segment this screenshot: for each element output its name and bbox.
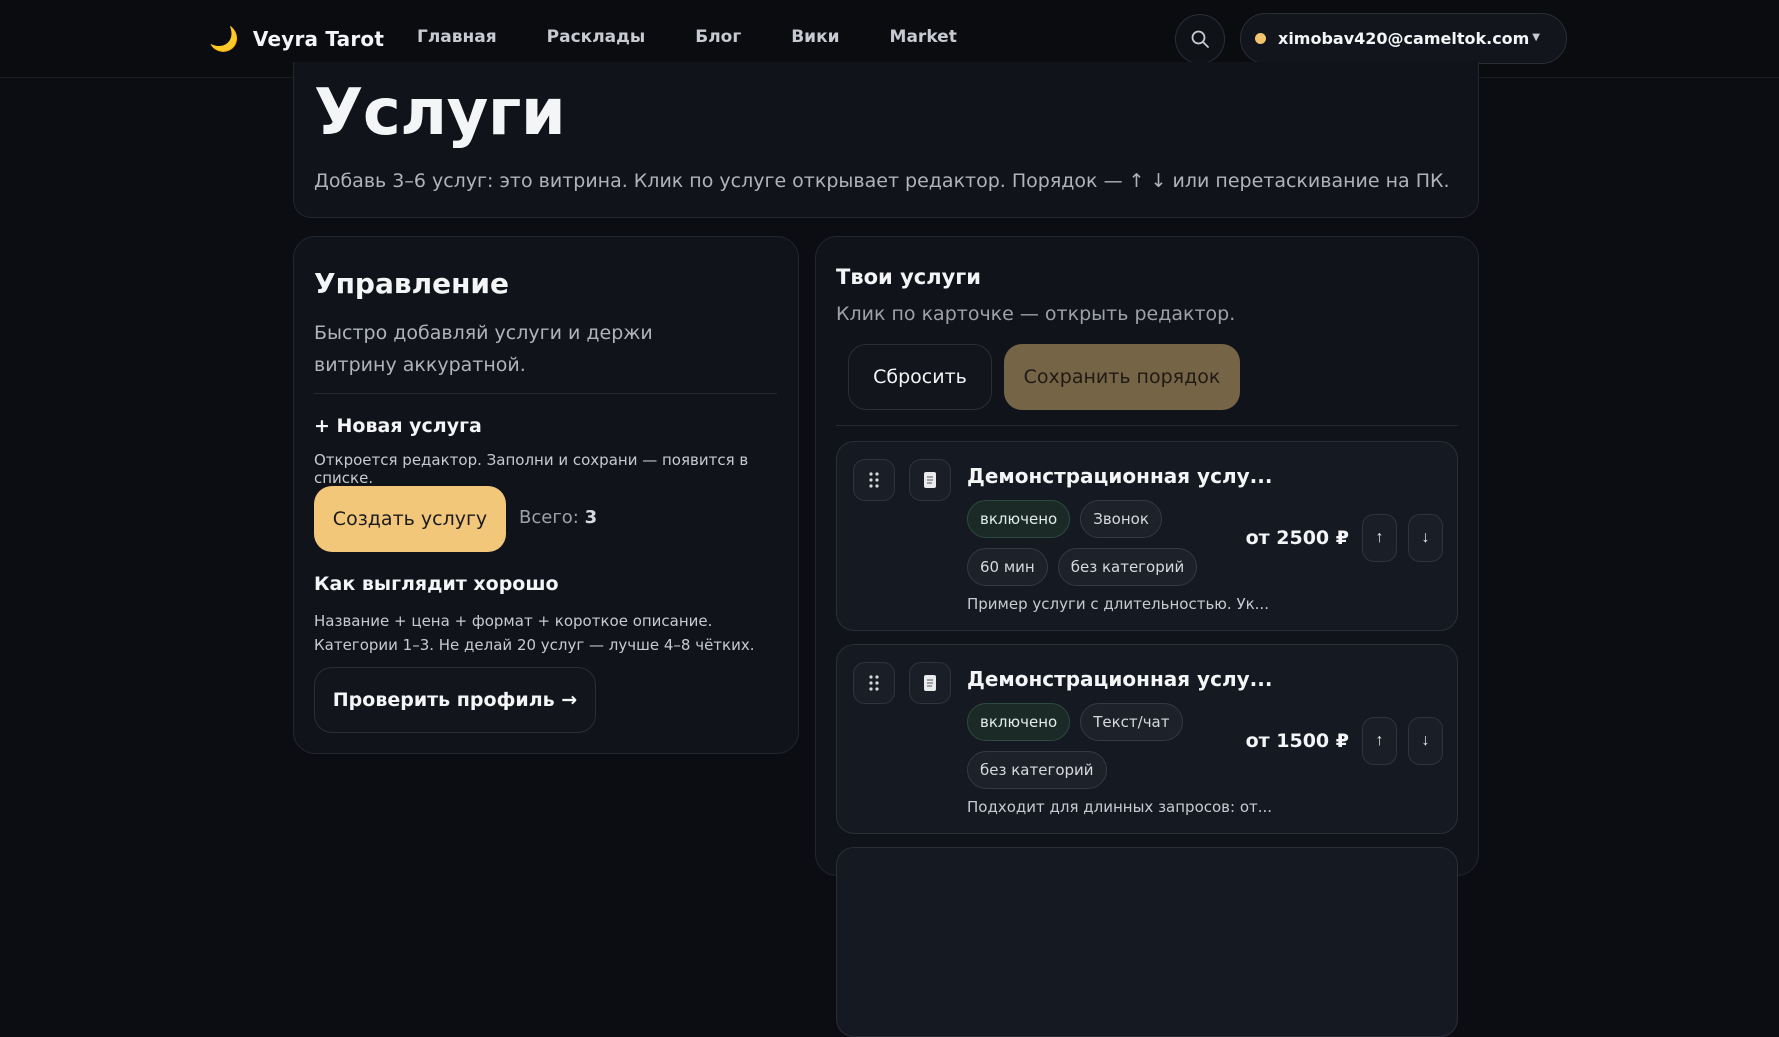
search-button[interactable] — [1175, 14, 1225, 64]
drag-handle[interactable] — [853, 459, 895, 501]
total-value: 3 — [584, 507, 598, 528]
manage-lead: Быстро добавляй услуги и держи витрину а… — [314, 322, 653, 376]
status-dot — [1255, 33, 1266, 44]
service-price: от 2500 ₽ — [1245, 527, 1349, 549]
check-profile-button[interactable]: Проверить профиль → — [314, 667, 596, 733]
service-chips: включено Текст/чат без категорий — [967, 703, 1237, 789]
nav-item-home[interactable]: Главная — [417, 27, 497, 47]
move-down-button[interactable]: ↓ — [1408, 717, 1443, 765]
moon-icon: 🌙 — [209, 25, 239, 53]
move-up-button[interactable]: ↑ — [1362, 514, 1397, 562]
drag-handle-icon — [869, 472, 879, 488]
service-card[interactable]: Демонстрационная услу... включено Текст/… — [836, 644, 1458, 834]
scroll-icon — [909, 459, 951, 501]
service-card[interactable] — [836, 847, 1458, 1037]
service-price: от 1500 ₽ — [1245, 730, 1349, 752]
nav-item-spreads[interactable]: Расклады — [547, 27, 646, 47]
format-badge: Звонок — [1080, 500, 1162, 538]
divider — [836, 425, 1458, 426]
manage-card: Управление Быстро добавляй услуги и держ… — [293, 236, 799, 754]
service-desc: Пример услуги с длительностью. Ук... — [967, 595, 1269, 613]
nav-item-wiki[interactable]: Вики — [791, 27, 839, 47]
drag-handle-icon — [869, 675, 879, 691]
services-title: Твои услуги — [836, 265, 981, 289]
service-card[interactable]: Демонстрационная услу... включено Звонок… — [836, 441, 1458, 631]
page-header-panel: Услуги Добавь 3–6 услуг: это витрина. Кл… — [293, 62, 1479, 218]
duration-badge: 60 мин — [967, 548, 1048, 586]
chevron-down-icon: ▼ — [1532, 32, 1540, 43]
manage-title: Управление — [314, 267, 510, 300]
page-subtitle: Добавь 3–6 услуг: это витрина. Клик по у… — [314, 170, 1450, 192]
good-example-desc: Название + цена + формат + короткое опис… — [314, 612, 755, 654]
brand-logo[interactable]: 🌙 Veyra Tarot — [209, 25, 384, 53]
brand-name: Veyra Tarot — [252, 27, 385, 51]
new-service-desc: Откроется редактор. Заполни и сохрани — … — [314, 451, 749, 487]
services-total: Всего: 3 — [519, 507, 597, 528]
move-up-button[interactable]: ↑ — [1362, 717, 1397, 765]
nav-item-blog[interactable]: Блог — [695, 27, 741, 47]
search-icon — [1191, 30, 1209, 48]
create-service-button[interactable]: Создать услугу — [314, 486, 506, 552]
service-name: Демонстрационная услу... — [967, 667, 1273, 691]
services-hint: Клик по карточке — открыть редактор. — [836, 303, 1236, 325]
move-down-button[interactable]: ↓ — [1408, 514, 1443, 562]
nav-item-market[interactable]: Market — [890, 27, 957, 47]
user-menu-button[interactable]: ximobav420@cameltok.com ▼ — [1240, 13, 1567, 64]
category-badge: без категорий — [1057, 548, 1198, 586]
service-desc: Подходит для длинных запросов: от... — [967, 798, 1273, 816]
category-badge: без категорий — [967, 751, 1107, 789]
drag-handle[interactable] — [853, 662, 895, 704]
good-example-title: Как выглядит хорошо — [314, 573, 559, 595]
new-service-title: + Новая услуга — [314, 415, 482, 437]
main-nav: Главная Расклады Блог Вики Market — [417, 27, 957, 47]
save-order-button[interactable]: Сохранить порядок — [1004, 344, 1240, 410]
user-email: ximobav420@cameltok.com — [1278, 29, 1530, 48]
services-card: Твои услуги Клик по карточке — открыть р… — [815, 236, 1479, 1037]
status-badge: включено — [967, 703, 1071, 741]
page-title: Услуги — [314, 76, 566, 150]
divider — [314, 393, 777, 394]
service-chips: включено Звонок 60 мин без категорий — [967, 500, 1237, 586]
total-label: Всего: — [519, 507, 579, 528]
reset-button[interactable]: Сбросить — [848, 344, 992, 410]
format-badge: Текст/чат — [1080, 703, 1183, 741]
status-badge: включено — [967, 500, 1071, 538]
scroll-icon — [909, 662, 951, 704]
service-name: Демонстрационная услу... — [967, 464, 1273, 488]
